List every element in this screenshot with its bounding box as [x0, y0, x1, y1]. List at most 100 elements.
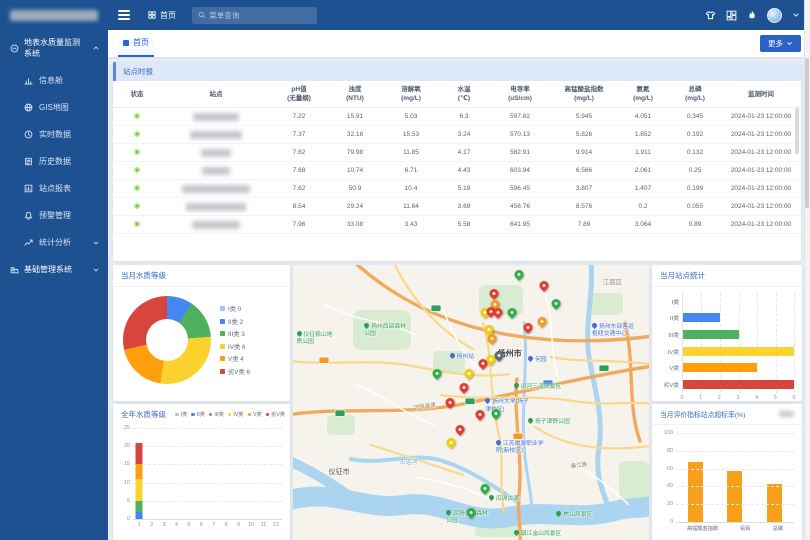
sidebar-item[interactable]: 信息舱 [0, 67, 108, 94]
search-input[interactable] [209, 11, 311, 20]
table-row[interactable]: 7.6810.746.714.43603.946.5662.0610.25202… [113, 162, 801, 180]
sidebar-item[interactable]: 站点报表 [0, 175, 108, 202]
breadcrumb[interactable]: 首页 [148, 10, 176, 21]
legend-item[interactable]: 劣V类 [266, 411, 285, 418]
map-marker-red[interactable] [493, 308, 502, 317]
sidebar: 地表水质量监测系统信息舱GIS地图实时数据历史数据站点报表预警管理统计分析基础管… [0, 0, 108, 540]
sidebar-group-0[interactable]: 地表水质量监测系统 [0, 29, 108, 67]
legend-item[interactable]: III类 [209, 411, 224, 418]
more-button-label: 更多 [768, 38, 783, 49]
column-header: 高锰酸盐指数(mg/L) [551, 81, 617, 108]
x-tick-label: 1 [133, 522, 145, 528]
flame-icon[interactable] [747, 10, 757, 21]
legend-item[interactable]: I类 0 [220, 304, 250, 313]
value-cell: 7.96 [271, 216, 327, 234]
table-scrollbar[interactable] [795, 108, 799, 154]
column-header: pH值(无量纲) [271, 81, 327, 108]
map-marker-yellow[interactable] [484, 325, 493, 334]
value-cell: 2.061 [617, 162, 669, 180]
legend-item[interactable]: 劣V类 6 [220, 367, 250, 376]
map-marker-gray[interactable] [495, 351, 504, 360]
value-cell: 1.852 [617, 126, 669, 144]
value-cell: 8.576 [551, 198, 617, 216]
legend-item[interactable]: V类 [248, 411, 262, 418]
map-marker-red[interactable] [456, 425, 465, 434]
map-label-poi: 扬州东部客运枢纽交通中心 [592, 323, 638, 338]
sidebar-item[interactable]: 预警管理 [0, 202, 108, 229]
map-marker-red[interactable] [475, 410, 484, 419]
map-marker-yellow[interactable] [465, 369, 474, 378]
map-marker-green[interactable] [507, 308, 516, 317]
marker-balloon [431, 367, 444, 380]
blurred-station-name [201, 149, 231, 157]
tab-home[interactable]: 首页 [118, 30, 154, 57]
map-marker-yellow[interactable] [486, 355, 495, 364]
map-marker-red[interactable] [459, 383, 468, 392]
legend-item[interactable]: IV类 [228, 411, 244, 418]
trend-icon [24, 238, 33, 247]
legend-item[interactable]: II类 2 [220, 317, 250, 326]
table-row[interactable]: 7.2215.915.036.3597.825.9454.0510.345202… [113, 108, 801, 126]
more-button[interactable]: 更多 [760, 35, 801, 52]
sidebar-item[interactable]: 历史数据 [0, 148, 108, 175]
layout-icon[interactable] [726, 10, 737, 21]
status-dot [134, 221, 140, 227]
map-marker-red[interactable] [490, 289, 499, 298]
avatar[interactable] [767, 8, 782, 23]
value-cell: 5.826 [551, 126, 617, 144]
table-row[interactable]: 7.3732.1615.533.24570.135.8261.8520.1922… [113, 126, 801, 144]
sidebar-item[interactable]: GIS地图 [0, 94, 108, 121]
map-marker-red[interactable] [539, 281, 548, 290]
map-marker-green[interactable] [433, 369, 442, 378]
map-marker-green[interactable] [467, 508, 476, 517]
map-marker-yellow[interactable] [447, 438, 456, 447]
value-cell: 603.94 [489, 162, 551, 180]
value-cell: 11.85 [383, 144, 439, 162]
year-level-title: 全年水质等级 [121, 409, 166, 420]
table-row[interactable]: 7.9633.083.435.58641.957.893.0640.892024… [113, 216, 801, 234]
map-label-park: 焦山风景区 [556, 511, 592, 519]
table-row[interactable]: 7.6250.910.45.19596.453.8071.4070.199202… [113, 180, 801, 198]
legend-item[interactable]: I类 [175, 411, 187, 418]
blurred-link[interactable] [779, 411, 794, 417]
park-pin-icon [488, 494, 495, 501]
map-label-poi: 扬州站 [450, 353, 474, 361]
status-cell [113, 108, 161, 126]
page-scrollbar-thumb[interactable] [805, 58, 809, 208]
sidebar-item[interactable]: 实时数据 [0, 121, 108, 148]
map-marker-green[interactable] [515, 270, 524, 279]
map-marker-orange[interactable] [538, 317, 547, 326]
table-row[interactable]: 8.5429.2411.643.69456.768.5760.20.055202… [113, 198, 801, 216]
menu-search[interactable] [192, 7, 317, 24]
sidebar-item[interactable]: 统计分析 [0, 229, 108, 256]
sidebar-group-1[interactable]: 基础管理系统 [0, 256, 108, 283]
station-report-card: 站点时报 状态站点pH值(无量纲)浊度(NTU)溶解氧(mg/L)水温(℃)电导… [113, 62, 801, 261]
month-station-title: 当月站点统计 [660, 270, 705, 281]
map-marker-green[interactable] [491, 409, 500, 418]
legend-item[interactable]: IV类 6 [220, 342, 250, 351]
legend-item[interactable]: II类 [191, 411, 205, 418]
page-scrollbar[interactable] [804, 0, 810, 540]
table-row[interactable]: 7.6279.9811.854.17582.919.9141.9110.1322… [113, 144, 801, 162]
bar-segment [136, 464, 143, 479]
y-tick-label: 25 [124, 425, 130, 431]
legend-swatch [220, 369, 225, 374]
map-marker-red[interactable] [445, 398, 454, 407]
map-marker-red[interactable] [523, 323, 532, 332]
legend-item[interactable]: V类 4 [220, 354, 250, 363]
poi-pin-icon [527, 355, 534, 362]
legend-item[interactable]: III类 3 [220, 329, 250, 338]
hamburger-menu-icon[interactable] [108, 10, 140, 20]
chevron-down-icon[interactable] [792, 11, 800, 19]
value-cell: 10.74 [327, 162, 383, 180]
map-marker-green[interactable] [552, 299, 561, 308]
status-dot [134, 131, 140, 137]
map-marker-orange[interactable] [488, 334, 497, 343]
bar [683, 330, 739, 339]
status-cell [113, 180, 161, 198]
station-report-title: 站点时报 [113, 62, 801, 81]
theme-shirt-icon[interactable] [705, 10, 716, 21]
map-marker-green[interactable] [481, 484, 490, 493]
value-cell: 0.25 [669, 162, 721, 180]
hbar-row: II类 [683, 310, 794, 327]
